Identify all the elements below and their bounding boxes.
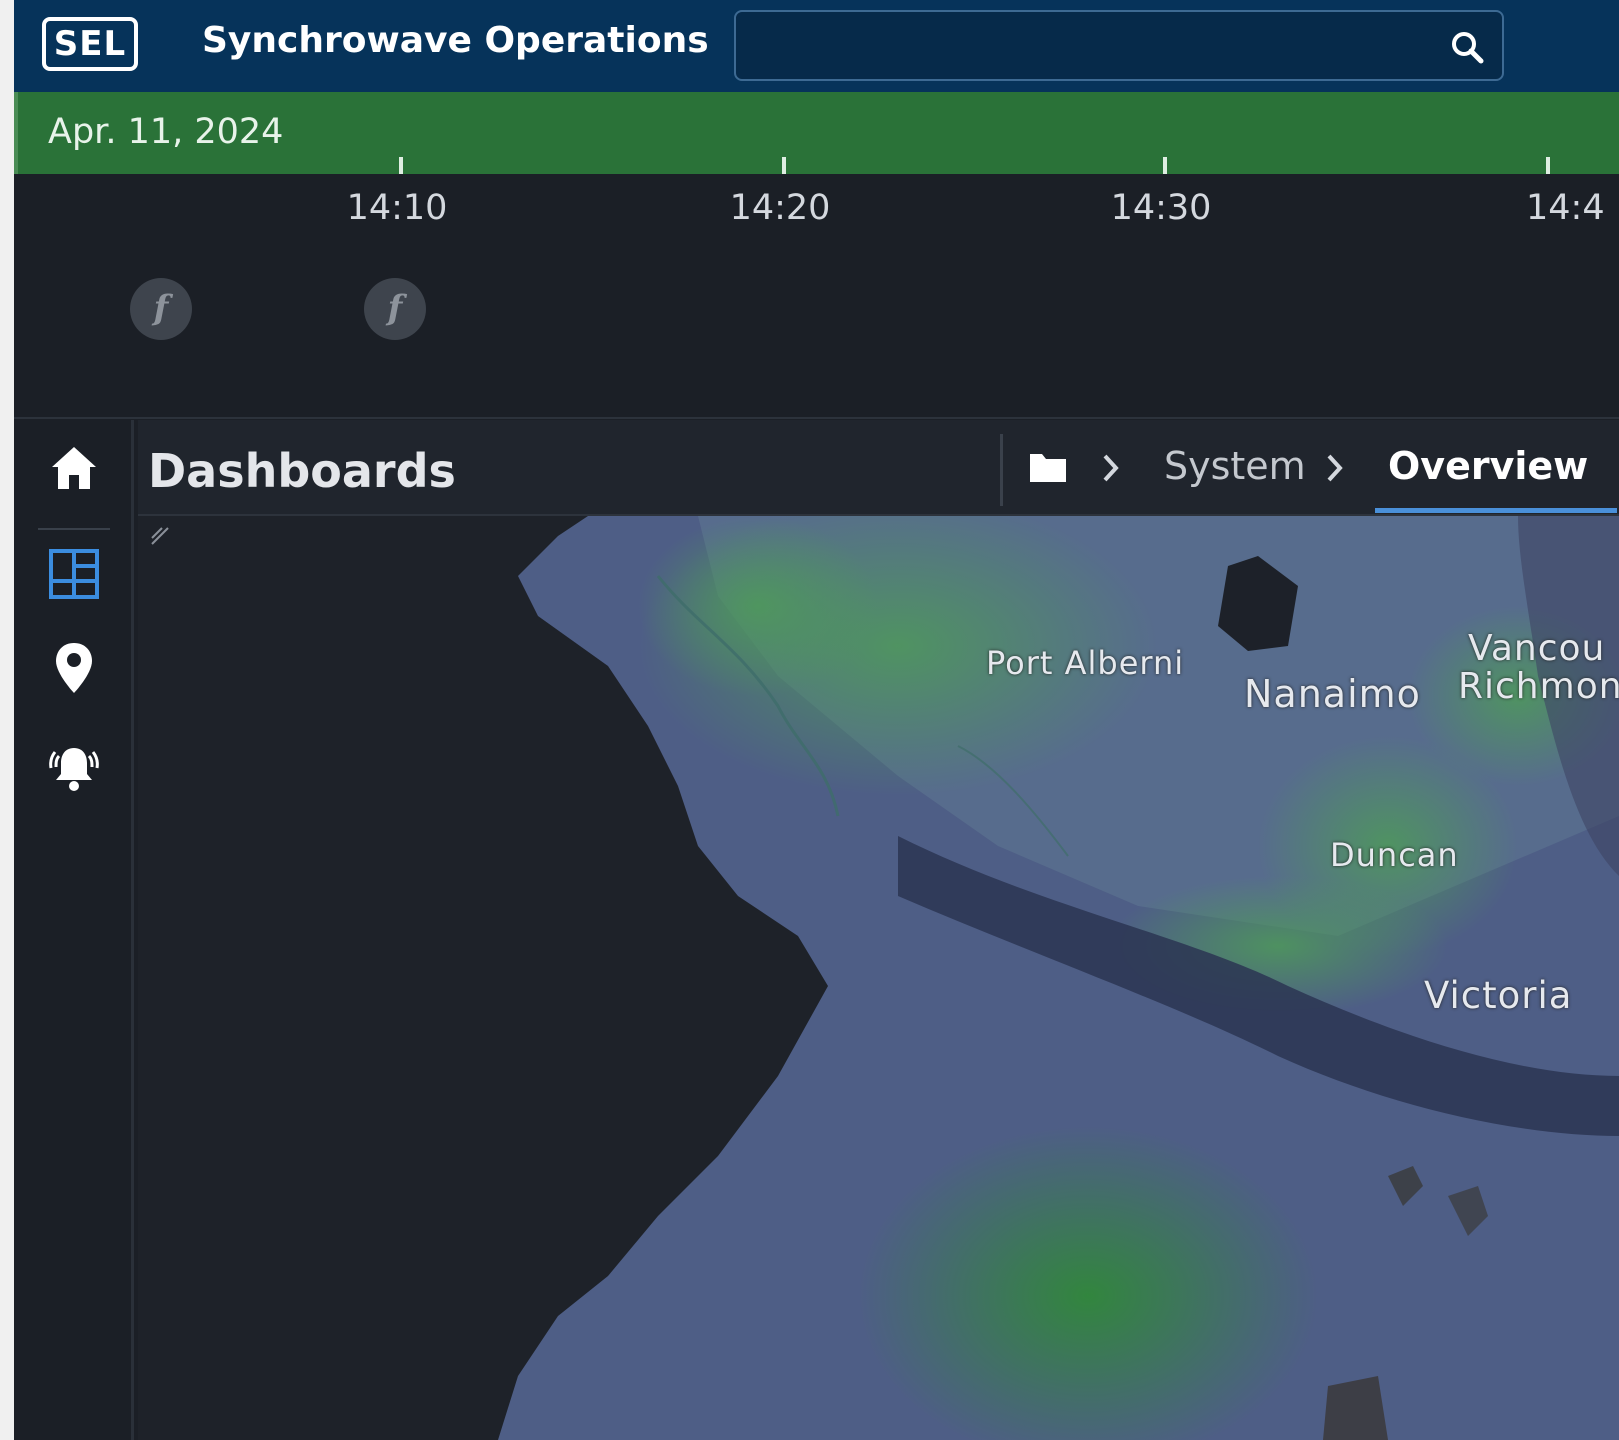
timeline-date: Apr. 11, 2024 <box>48 112 284 152</box>
top-bar: SEL Synchrowave Operations <box>14 0 1619 92</box>
alarm-bell-icon <box>49 748 99 791</box>
side-navigation <box>14 420 134 1440</box>
timeline-time-label: 14:20 <box>729 188 831 228</box>
page-title: Dashboards <box>148 444 456 498</box>
timeline-tick-mark <box>1546 157 1550 174</box>
app-title: Synchrowave Operations <box>202 20 709 61</box>
header-divider <box>1000 434 1003 506</box>
timeline-time-label: 14:4 <box>1526 188 1605 228</box>
map-pin-icon <box>56 643 92 693</box>
dashboard-header: Dashboards System Overview <box>138 420 1619 516</box>
map-label-victoria: Victoria <box>1424 974 1573 1017</box>
dashboard-grid-icon <box>49 549 99 599</box>
breadcrumb-overview[interactable]: Overview <box>1388 444 1588 488</box>
folder-icon[interactable] <box>1028 450 1068 484</box>
frequency-event-icon[interactable]: f <box>364 278 426 340</box>
window-edge <box>0 0 14 1440</box>
home-icon <box>52 447 96 489</box>
timeline-tick-mark <box>782 157 786 174</box>
app-window: SEL Synchrowave Operations Apr. 11, 2024… <box>14 0 1619 1440</box>
breadcrumb-system[interactable]: System <box>1164 444 1306 488</box>
map-label-richmond: Richmon <box>1458 666 1619 707</box>
timeline-time-label: 14:30 <box>1110 188 1212 228</box>
timeline-time-label: 14:10 <box>346 188 448 228</box>
active-tab-indicator <box>1375 508 1617 513</box>
timeline-date-band[interactable]: Apr. 11, 2024 <box>14 92 1619 174</box>
map-view[interactable]: Port Alberni Nanaimo Vancou Richmon Dunc… <box>138 516 1619 1440</box>
map-label-vancouver: Vancou <box>1468 628 1606 669</box>
map-label-duncan: Duncan <box>1330 836 1459 874</box>
nav-dashboards[interactable] <box>32 532 116 616</box>
search-box[interactable] <box>734 10 1504 81</box>
frequency-event-icon[interactable]: f <box>130 278 192 340</box>
map-label-port-alberni: Port Alberni <box>986 644 1185 682</box>
sel-logo[interactable]: SEL <box>42 17 138 71</box>
nav-locations[interactable] <box>32 626 116 710</box>
nav-alarms[interactable] <box>32 726 116 810</box>
event-timeline[interactable]: 14:10 14:20 14:30 14:4 f f <box>14 174 1619 419</box>
chevron-right-icon <box>1327 454 1343 482</box>
map-label-nanaimo: Nanaimo <box>1244 672 1421 716</box>
nav-home[interactable] <box>32 426 116 510</box>
chevron-right-icon <box>1103 454 1119 482</box>
nav-divider <box>38 528 110 530</box>
resize-grip-icon[interactable] <box>150 526 172 548</box>
search-icon[interactable] <box>1448 28 1488 68</box>
timeline-tick-mark <box>1163 157 1167 174</box>
terrain-map <box>498 516 1619 1440</box>
search-input[interactable] <box>748 22 1428 70</box>
timeline-tick-mark <box>399 157 403 174</box>
